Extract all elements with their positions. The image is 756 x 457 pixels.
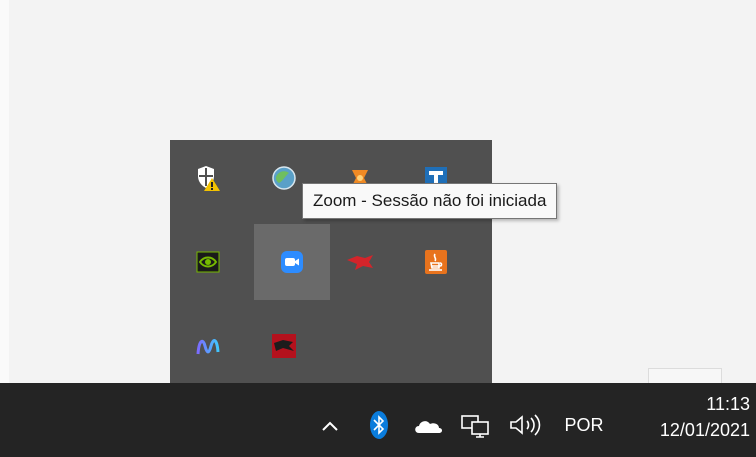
globe-app-icon — [272, 166, 296, 190]
input-language-indicator[interactable]: POR — [556, 410, 612, 440]
zoom-icon — [281, 251, 303, 273]
clock-date: 12/01/2021 — [659, 420, 750, 440]
wave-app-icon — [196, 339, 220, 355]
onedrive-tray-button[interactable] — [410, 414, 446, 438]
clock-time: 11:13 — [706, 394, 750, 414]
taskbar-clock[interactable]: 11:13 12/01/2021 — [628, 392, 750, 444]
red-dark-app-icon — [272, 334, 296, 358]
network-tray-button[interactable] — [458, 412, 492, 440]
nvidia-icon — [196, 251, 220, 273]
window-edge — [0, 0, 9, 383]
chevron-up-icon — [322, 421, 338, 431]
tray-item-security[interactable] — [170, 140, 246, 216]
tray-item-nvidia[interactable] — [170, 224, 246, 300]
onedrive-cloud-icon — [415, 421, 442, 433]
bluetooth-icon — [370, 411, 388, 439]
tray-item-zoom[interactable] — [254, 224, 330, 300]
speaker-volume-icon — [510, 414, 541, 436]
tray-item-red-dark-app[interactable] — [246, 308, 322, 384]
volume-tray-button[interactable] — [506, 410, 546, 440]
red-app-icon — [347, 255, 373, 270]
tray-item-red-app[interactable] — [322, 224, 398, 300]
windows-security-warning-icon — [198, 166, 220, 191]
show-hidden-icons-button[interactable] — [316, 412, 344, 440]
bluetooth-tray-button[interactable] — [364, 408, 394, 442]
network-wired-icon — [461, 415, 489, 438]
zoom-tooltip: Zoom - Sessão não foi iniciada — [302, 183, 558, 219]
tray-overflow-flyout — [170, 140, 492, 383]
desktop-peek-box — [648, 368, 722, 384]
tray-item-wave-app[interactable] — [170, 308, 246, 384]
tray-item-java[interactable] — [398, 224, 474, 300]
java-update-icon — [425, 250, 447, 274]
